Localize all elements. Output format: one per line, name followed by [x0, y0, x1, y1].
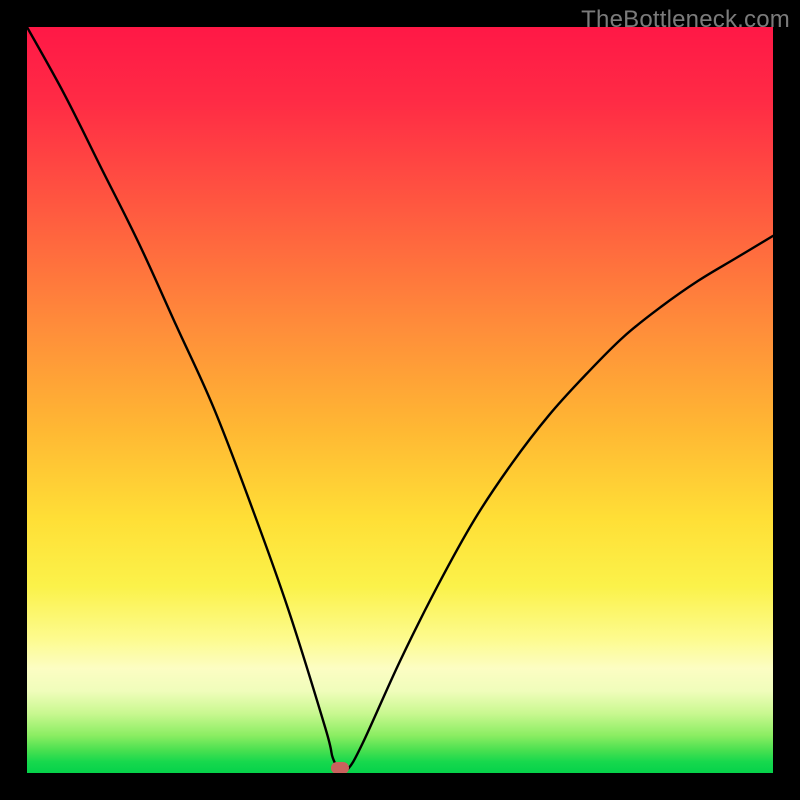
bottleneck-curve — [27, 27, 773, 773]
chart-frame: TheBottleneck.com — [0, 0, 800, 800]
optimum-marker — [331, 762, 349, 773]
plot-area — [27, 27, 773, 773]
